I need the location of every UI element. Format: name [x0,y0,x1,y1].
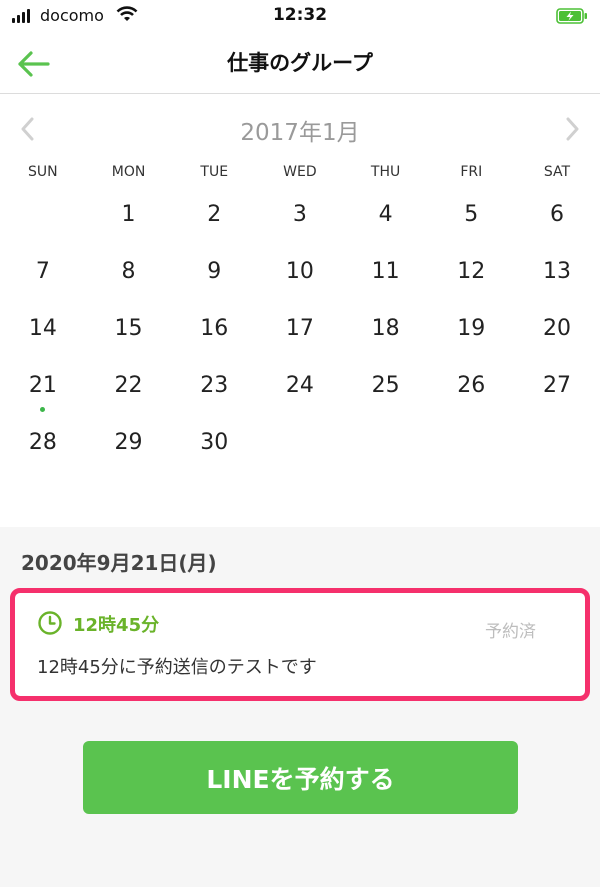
calendar-day[interactable]: 25 [343,367,429,424]
calendar-day[interactable]: 9 [171,253,257,310]
weekday-header: SUN MON TUE WED THU FRI SAT [0,164,600,188]
calendar-day-number: 29 [114,430,143,455]
calendar-day[interactable]: 5 [428,196,514,253]
month-navigation: 2017年1月 [0,94,600,162]
calendar-day-number: 18 [371,316,400,341]
month-title: 2017年1月 [240,120,360,146]
calendar-day-number: 3 [292,202,307,227]
calendar-day[interactable]: 23 [171,367,257,424]
calendar-day-number: 7 [35,259,50,284]
calendar-day-number: 6 [549,202,564,227]
calendar-day[interactable]: 19 [428,310,514,367]
calendar-day[interactable]: 13 [514,253,600,310]
calendar-day[interactable]: 16 [171,310,257,367]
scheduled-message-text: 12時45分に予約送信のテストです [37,657,317,678]
calendar-day[interactable]: 15 [86,310,172,367]
calendar-day-number: 15 [114,316,143,341]
calendar-day[interactable]: 26 [428,367,514,424]
calendar-day-number: 23 [200,373,229,398]
scheduled-time: 12時45分 [73,615,160,636]
calendar-day[interactable]: 30 [171,424,257,481]
status-time: 12:32 [272,5,328,25]
calendar-day-number: 25 [371,373,400,398]
calendar-day-number: 9 [207,259,222,284]
calendar-day[interactable]: 28 [0,424,86,481]
calendar-day-number: 26 [457,373,486,398]
calendar-day-number: 17 [285,316,314,341]
status-bar: docomo 12:32 [0,0,600,32]
calendar-day[interactable]: 10 [257,253,343,310]
calendar-day[interactable]: 7 [0,253,86,310]
calendar-day-number: 28 [28,430,57,455]
calendar-day[interactable]: 6 [514,196,600,253]
calendar-day[interactable]: 1 [86,196,172,253]
clock-icon [38,611,62,635]
calendar-day[interactable]: 8 [86,253,172,310]
weekday-label: SUN [28,164,58,180]
event-dot-icon [40,407,46,412]
chevron-right-icon[interactable] [560,116,584,142]
calendar-day[interactable]: 21 [0,367,86,424]
calendar-day-number: 13 [542,259,571,284]
calendar-day-number: 10 [285,259,314,284]
calendar-day[interactable]: 14 [0,310,86,367]
calendar-day-number: 8 [121,259,136,284]
calendar-day-number: 14 [28,316,57,341]
weekday-label: TUE [200,164,229,180]
calendar-day[interactable]: 17 [257,310,343,367]
calendar-day[interactable]: 11 [343,253,429,310]
calendar-day-number: 27 [542,373,571,398]
calendar-day-number: 30 [200,430,229,455]
calendar-empty-cell [0,196,86,253]
calendar-day-number: 24 [285,373,314,398]
calendar-day[interactable]: 22 [86,367,172,424]
weekday-label: FRI [460,164,483,180]
calendar-day[interactable]: 3 [257,196,343,253]
calendar-day-number: 4 [378,202,393,227]
weekday-label: WED [283,164,317,180]
calendar-day-number: 20 [542,316,571,341]
schedule-line-button[interactable]: LINEを予約する [83,741,518,814]
selected-date: 2020年9月21日(月) [21,551,217,575]
weekday-label: THU [370,164,401,180]
calendar-day-number: 19 [457,316,486,341]
schedule-panel: 2020年9月21日(月) 12時45分 予約済 12時45分に予約送信のテスト… [0,527,600,887]
calendar-day-number: 12 [457,259,486,284]
calendar-day-number: 16 [200,316,229,341]
battery-charging-icon [556,8,587,24]
calendar-day[interactable]: 18 [343,310,429,367]
calendar-day[interactable]: 29 [86,424,172,481]
calendar-day-number: 5 [464,202,479,227]
calendar-day-number: 21 [28,373,57,398]
navigation-bar: 仕事のグループ [0,32,600,94]
calendar-day-number: 22 [114,373,143,398]
calendar-day-number: 2 [207,202,222,227]
calendar-day[interactable]: 12 [428,253,514,310]
calendar-day[interactable]: 20 [514,310,600,367]
calendar-day-number: 1 [121,202,136,227]
page-title: 仕事のグループ [227,51,373,75]
scheduled-message-card[interactable]: 12時45分 予約済 12時45分に予約送信のテストです [10,588,590,701]
calendar-day[interactable]: 27 [514,367,600,424]
status-badge: 予約済 [485,622,536,642]
calendar-day-number: 11 [371,259,400,284]
calendar-day[interactable]: 2 [171,196,257,253]
calendar-grid: 1 2 3 4 5 6 7 8 9 10 11 12 13 14 15 16 17 18 19 20 21 22 23 24 2… [0,196,600,481]
weekday-label: SAT [543,164,571,180]
calendar-day[interactable]: 4 [343,196,429,253]
calendar-day[interactable]: 24 [257,367,343,424]
weekday-label: MON [111,164,146,180]
